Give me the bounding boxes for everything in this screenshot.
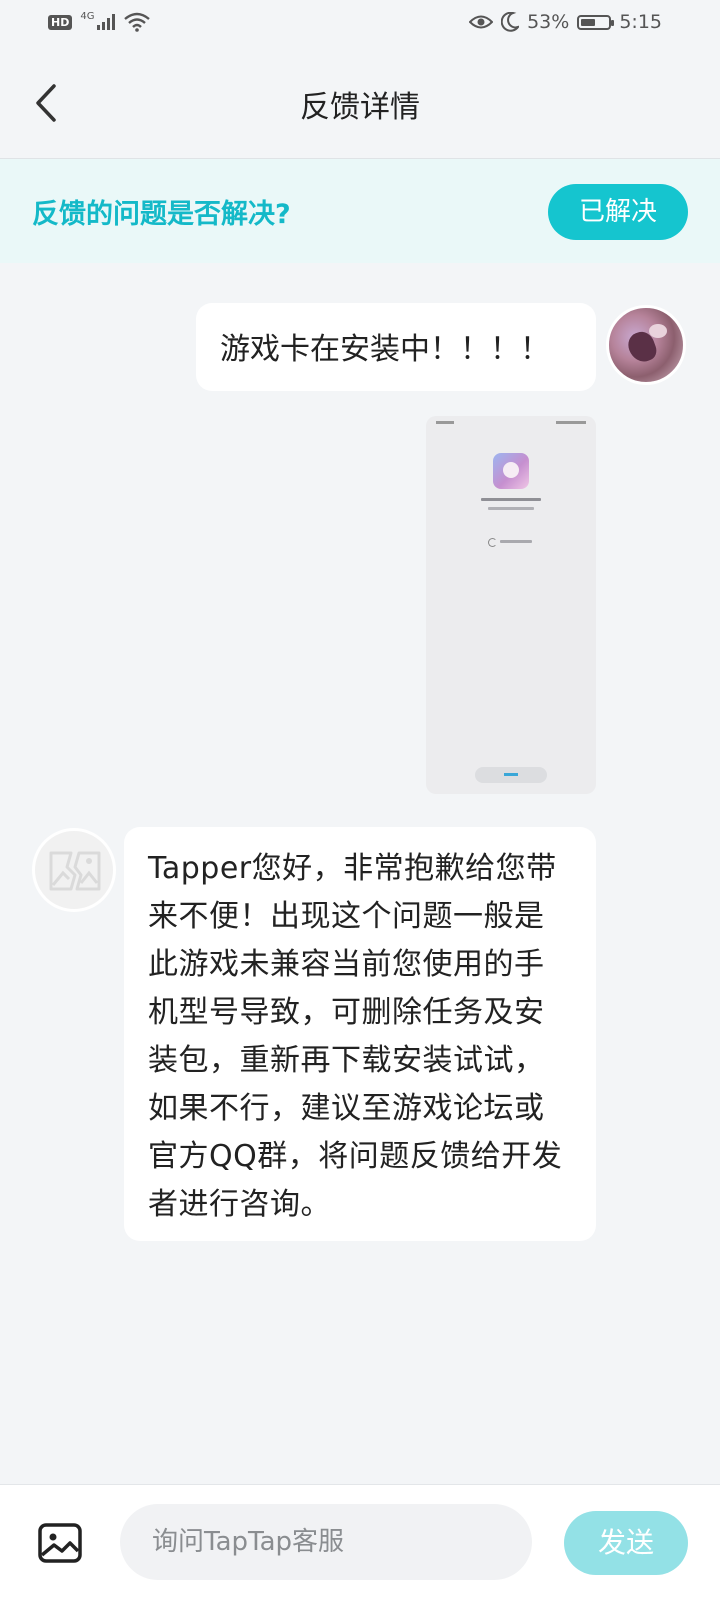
hd-badge: HD bbox=[48, 14, 73, 30]
app-icon-thumbnail bbox=[493, 453, 529, 489]
eye-icon bbox=[469, 15, 494, 29]
page-title: 反馈详情 bbox=[300, 90, 420, 125]
user-message-bubble: 游戏卡在安装中！！！！ bbox=[196, 303, 596, 391]
battery-fill bbox=[581, 18, 596, 26]
wifi-icon bbox=[124, 12, 151, 32]
status-left: HD 4G bbox=[48, 10, 151, 32]
status-right: 53% 5:15 bbox=[469, 11, 662, 33]
support-avatar bbox=[32, 828, 116, 912]
send-button[interactable]: 发送 bbox=[564, 1511, 688, 1575]
resolved-banner: 反馈的问题是否解决? 已解决 bbox=[0, 159, 720, 263]
battery-percent: 53% bbox=[527, 11, 570, 33]
resolved-button[interactable]: 已解决 bbox=[548, 184, 688, 240]
user-avatar[interactable] bbox=[606, 305, 686, 385]
resolved-question: 反馈的问题是否解决? bbox=[32, 199, 291, 230]
loading-spinner-icon bbox=[488, 538, 497, 547]
image-icon bbox=[38, 1523, 82, 1563]
support-message-bubble: Tapper您好，非常抱歉给您带来不便！出现这个问题一般是此游戏未兼容当前您使用… bbox=[124, 827, 596, 1241]
moon-icon bbox=[501, 12, 520, 32]
message-input[interactable] bbox=[120, 1504, 532, 1580]
battery-icon bbox=[577, 14, 615, 30]
attached-screenshot[interactable] bbox=[426, 416, 596, 794]
input-bar: 发送 bbox=[0, 1484, 720, 1601]
header: 反馈详情 bbox=[0, 48, 720, 159]
status-bar: HD 4G 53% 5:15 bbox=[0, 0, 720, 48]
broken-image-icon bbox=[49, 851, 101, 891]
image-button[interactable] bbox=[36, 1519, 84, 1567]
thumbnail-cancel-button bbox=[475, 767, 547, 783]
clock: 5:15 bbox=[619, 11, 662, 33]
network-type: 4G bbox=[80, 10, 95, 22]
signal-icon bbox=[97, 14, 116, 30]
